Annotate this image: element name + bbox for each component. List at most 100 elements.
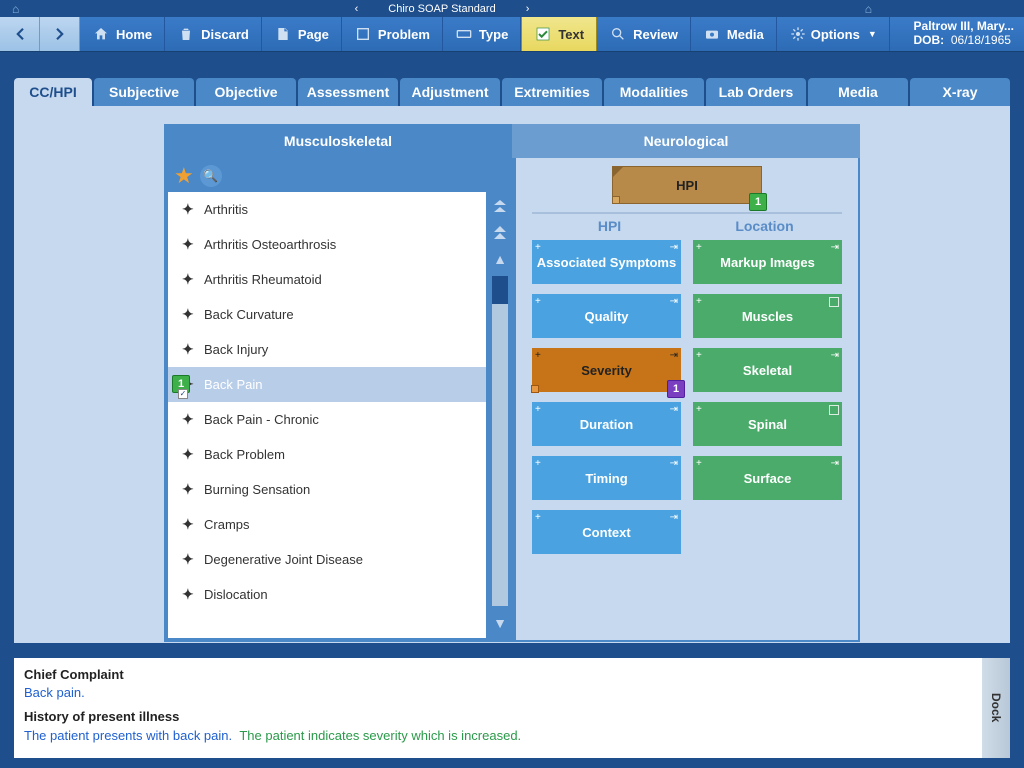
review-button[interactable]: Review	[597, 17, 691, 51]
list-item[interactable]: ✦Arthritis Osteoarthrosis	[168, 227, 486, 262]
tile-label: Surface	[744, 471, 792, 486]
list-item[interactable]: ✦Arthritis Rheumatoid	[168, 262, 486, 297]
tab-extremities[interactable]: Extremities	[502, 78, 602, 106]
tab-cc-hpi[interactable]: CC/HPI	[14, 78, 92, 106]
tile-duration[interactable]: +⇥Duration	[532, 402, 681, 446]
main-tabs: CC/HPISubjectiveObjectiveAssessmentAdjus…	[14, 78, 1010, 106]
patient-name: Paltrow III, Mary...	[914, 19, 1014, 33]
tab-modalities[interactable]: Modalities	[604, 78, 704, 106]
dock-button[interactable]: Dock	[982, 658, 1010, 758]
col-header-location: Location	[687, 218, 842, 234]
tile-label: Severity	[581, 363, 632, 378]
page-button[interactable]: Page	[262, 17, 342, 51]
tab-lab-orders[interactable]: Lab Orders	[706, 78, 806, 106]
home-icon-right[interactable]: ⌂	[865, 2, 872, 16]
arrow-icon: ⇥	[670, 242, 678, 253]
prev-chevron[interactable]: ‹	[345, 3, 369, 15]
tile-skeletal[interactable]: +⇥Skeletal	[693, 348, 842, 392]
tile-spinal[interactable]: + Spinal	[693, 402, 842, 446]
tile-associated-symptoms[interactable]: +⇥Associated Symptoms	[532, 240, 681, 284]
plus-icon: +	[535, 512, 541, 523]
item-label: Back Curvature	[204, 307, 294, 322]
plus-icon: ✦	[182, 446, 194, 463]
plus-icon: ✦	[182, 481, 194, 498]
tile-context[interactable]: + ⇥ Context	[532, 510, 681, 554]
tile-label: Context	[582, 525, 630, 540]
list-item[interactable]: ✦Back Problem	[168, 437, 486, 472]
tab-objective[interactable]: Objective	[196, 78, 296, 106]
type-button[interactable]: Type	[443, 17, 521, 51]
breadcrumb-bar: ⌂ ‹ Chiro SOAP Standard › ⌂	[0, 0, 1024, 17]
col-header-hpi: HPI	[532, 218, 687, 234]
arrow-icon: ⇥	[670, 404, 678, 415]
arrow-icon: ⇥	[670, 512, 678, 523]
tab-neurological[interactable]: Neurological	[512, 124, 860, 158]
scroll-up-icon[interactable]: ▲	[489, 248, 511, 270]
plus-icon: +	[535, 296, 541, 307]
problem-button[interactable]: Problem	[342, 17, 443, 51]
plus-icon: ✦	[182, 236, 194, 253]
gear-icon	[789, 25, 807, 43]
cc-heading: Chief Complaint	[24, 666, 972, 684]
plus-icon: +	[535, 242, 541, 253]
tile-markup-images[interactable]: +⇥Markup Images	[693, 240, 842, 284]
nav-forward[interactable]	[40, 17, 80, 51]
scroll-page-up-icon[interactable]	[489, 222, 511, 244]
hpi-heading: History of present illness	[24, 708, 972, 726]
nav-back[interactable]	[0, 17, 40, 51]
discard-button[interactable]: Discard	[165, 17, 262, 51]
scroll-down-icon[interactable]: ▼	[489, 612, 511, 634]
tile-label: Spinal	[748, 417, 787, 432]
tab-subjective[interactable]: Subjective	[94, 78, 194, 106]
toolbar: Home Discard Page Problem Type Text Revi…	[0, 17, 1024, 52]
media-button[interactable]: Media	[691, 17, 777, 51]
tile-severity[interactable]: +⇥Severity1	[532, 348, 681, 392]
options-button[interactable]: Options▼	[777, 17, 890, 51]
home-button[interactable]: Home	[80, 17, 165, 51]
tab-x-ray[interactable]: X-ray	[910, 78, 1010, 106]
text-button[interactable]: Text	[521, 17, 597, 51]
scrollbar[interactable]	[492, 276, 508, 606]
tab-musculoskeletal[interactable]: Musculoskeletal	[164, 124, 512, 158]
plus-icon: +	[535, 404, 541, 415]
tab-media[interactable]: Media	[808, 78, 908, 106]
tab-assessment[interactable]: Assessment	[298, 78, 398, 106]
patient-dob: 06/18/1965	[951, 33, 1011, 47]
list-item[interactable]: ✦Dislocation	[168, 577, 486, 612]
home-icon[interactable]: ⌂	[12, 2, 19, 16]
list-item[interactable]: ✦Back Pain - Chronic	[168, 402, 486, 437]
list-item[interactable]: 1✓✦Back Pain	[168, 367, 486, 402]
hpi-badge: 1	[749, 193, 767, 211]
plus-icon: ✦	[182, 516, 194, 533]
list-item[interactable]: ✦Burning Sensation	[168, 472, 486, 507]
tile-quality[interactable]: +⇥Quality	[532, 294, 681, 338]
list-item[interactable]: ✦Back Curvature	[168, 297, 486, 332]
tab-adjustment[interactable]: Adjustment	[400, 78, 500, 106]
plus-icon: +	[696, 296, 702, 307]
trash-icon	[177, 25, 195, 43]
search-icon[interactable]: 🔍	[200, 165, 222, 187]
problem-icon	[354, 25, 372, 43]
tile-label: Timing	[585, 471, 627, 486]
list-item[interactable]: ✦Back Injury	[168, 332, 486, 367]
next-chevron[interactable]: ›	[516, 3, 540, 15]
chevron-down-icon: ▼	[868, 29, 877, 39]
tile-muscles[interactable]: +Muscles	[693, 294, 842, 338]
list-item[interactable]: ✦Cramps	[168, 507, 486, 542]
list-item[interactable]: ✦Degenerative Joint Disease	[168, 542, 486, 577]
arrow-icon: ⇥	[670, 350, 678, 361]
tile-surface[interactable]: +⇥Surface	[693, 456, 842, 500]
hpi-text-1: The patient presents with back pain.	[24, 728, 232, 743]
star-icon[interactable]: ★	[174, 163, 194, 189]
hpi-banner[interactable]: HPI 1	[612, 166, 762, 204]
camera-icon	[703, 25, 721, 43]
list-item[interactable]: ✦Arthritis	[168, 192, 486, 227]
plus-icon: +	[696, 404, 702, 415]
tile-label: Markup Images	[720, 255, 815, 270]
tile-label: Skeletal	[743, 363, 792, 378]
tile-timing[interactable]: +⇥Timing	[532, 456, 681, 500]
scroll-top-icon[interactable]	[489, 196, 511, 218]
box-icon	[829, 297, 839, 307]
cc-text: Back pain.	[24, 684, 972, 702]
plus-icon: +	[696, 350, 702, 361]
